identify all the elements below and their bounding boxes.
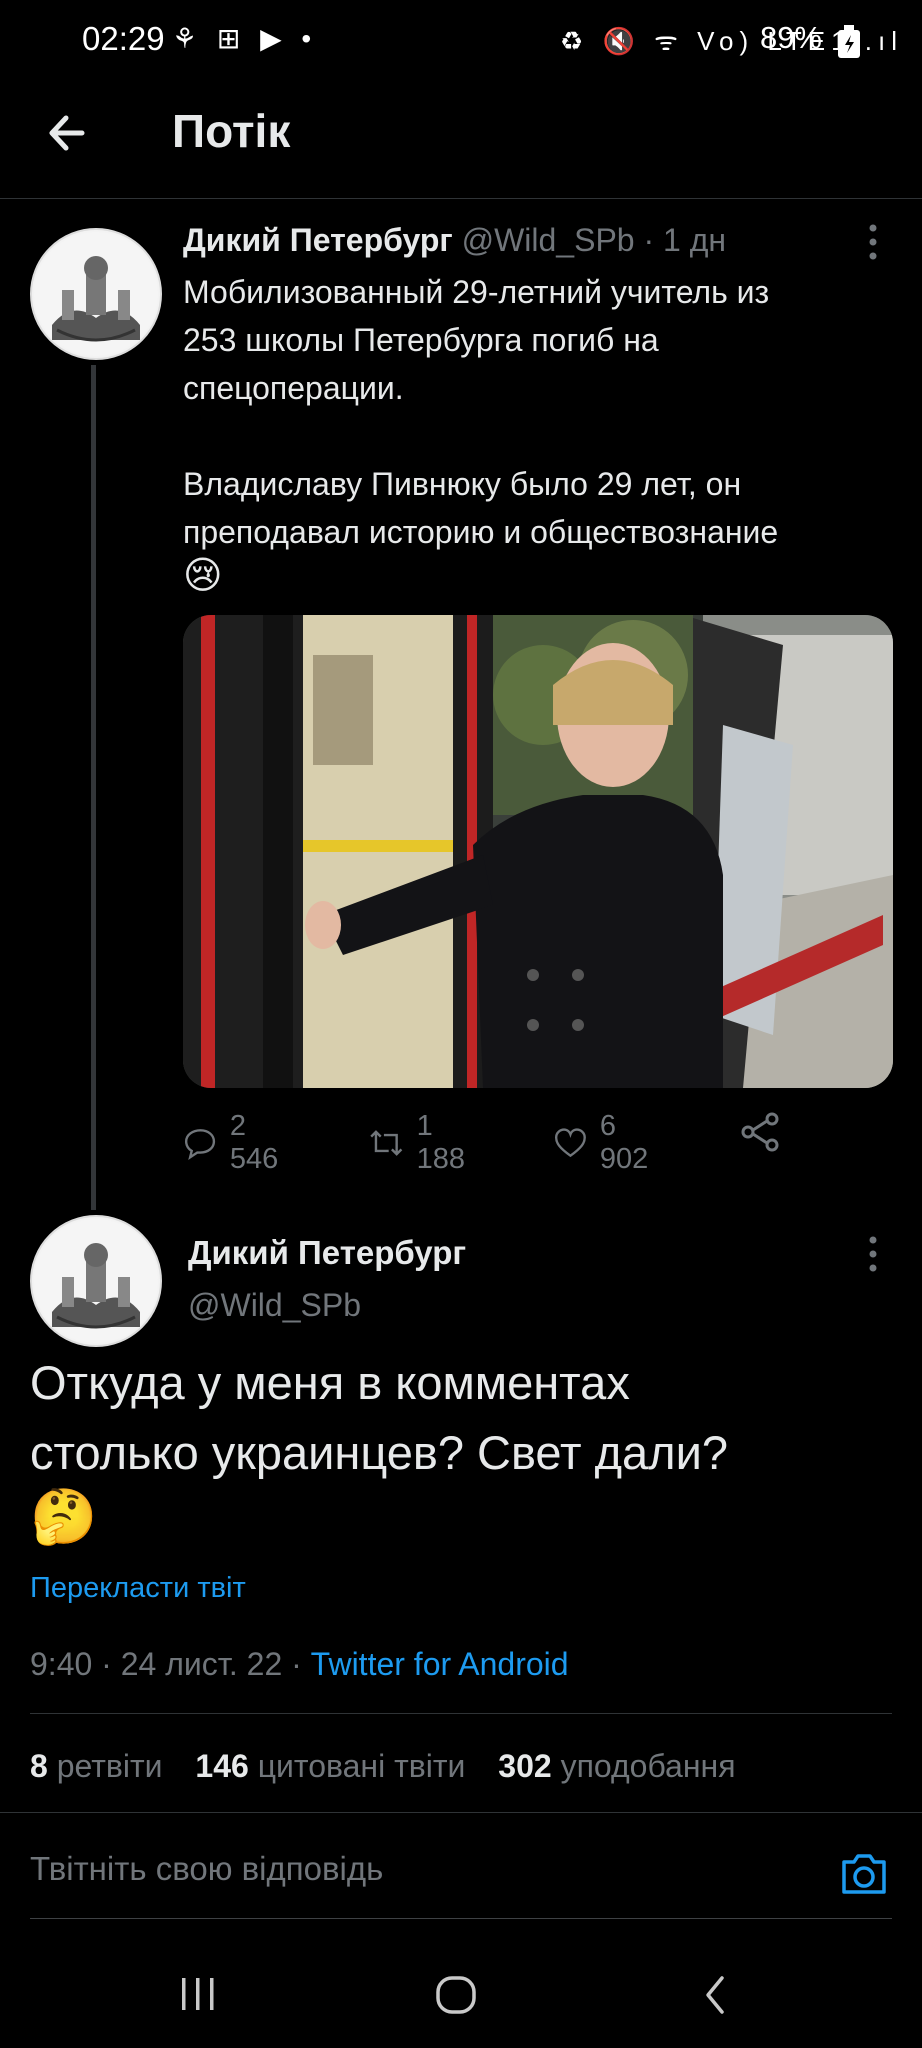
tweet1-text: Мобилизованный 29-летний учитель из 253 … — [183, 274, 779, 550]
more-options-icon[interactable] — [866, 222, 880, 262]
reply-icon — [184, 1129, 216, 1160]
tweet-meta: 9:40 · 24 лист. 22 · Twitter for Android — [30, 1646, 569, 1683]
battery-icon — [838, 25, 860, 58]
tweet-stats: 8 ретвіти 146 цитовані твіти 302 уподоба… — [30, 1748, 736, 1785]
home-icon[interactable] — [434, 1974, 478, 2016]
stats-divider — [0, 1812, 922, 1813]
author-name[interactable]: Дикий Петербург — [188, 1234, 466, 1272]
time-separator: · — [634, 222, 664, 258]
status-time: 02:29 — [82, 20, 165, 57]
share-icon — [741, 1112, 779, 1152]
likes-stat[interactable]: 302 уподобання — [498, 1748, 735, 1784]
camera-icon[interactable] — [838, 1850, 890, 1898]
retweet-icon — [370, 1130, 403, 1156]
tweet1-header: Дикий Петербург @Wild_SPb · 1 дн — [183, 222, 726, 259]
reply-button[interactable]: 2 546 — [183, 1110, 287, 1176]
thread-connector — [91, 365, 96, 1210]
retweets-stat[interactable]: 8 ретвіти — [30, 1748, 163, 1784]
tweet1-emoji: 😢 — [183, 555, 223, 597]
author-handle[interactable]: @Wild_SPb — [188, 1287, 361, 1324]
system-nav-bar — [0, 1940, 922, 2048]
author-name[interactable]: Дикий Петербург — [183, 222, 453, 258]
retweet-count: 1 188 — [416, 1110, 465, 1175]
reply-count: 2 546 — [229, 1110, 279, 1175]
avatar[interactable] — [30, 1215, 162, 1347]
tweet-photo[interactable] — [183, 615, 893, 1088]
recent-apps-icon[interactable] — [178, 1976, 218, 2012]
reply-input[interactable]: Твітніть свою відповідь — [30, 1850, 383, 1888]
status-left-icons: ⚘ ⊞ ▶ • — [172, 23, 318, 54]
back-nav-icon[interactable] — [700, 1974, 730, 2016]
more-options-icon[interactable] — [866, 1234, 880, 1274]
tweet-timestamp: 9:40 · 24 лист. 22 · — [30, 1646, 311, 1682]
meta-divider — [30, 1713, 892, 1714]
header-divider — [0, 198, 922, 199]
battery-level: 89% — [759, 20, 822, 55]
tweet2-emoji: 🤔 — [30, 1487, 98, 1547]
heart-icon — [554, 1128, 586, 1158]
status-bar: 02:29 ⚘ ⊞ ▶ • ♻ 🔇 ᯤ Vo) LTE1 .ıl 89% — [0, 0, 922, 84]
back-arrow-icon[interactable] — [42, 108, 92, 158]
quotes-stat[interactable]: 146 цитовані твіти — [195, 1748, 465, 1784]
retweet-button[interactable]: 1 188 — [368, 1110, 474, 1176]
like-count: 6 902 — [599, 1110, 649, 1175]
translate-tweet-link[interactable]: Перекласти твіт — [30, 1572, 246, 1605]
tweet-age: 1 дн — [663, 222, 727, 258]
like-button[interactable]: 6 902 — [553, 1110, 657, 1176]
page-title: Потік — [172, 105, 291, 157]
author-handle[interactable]: @Wild_SPb — [462, 222, 635, 258]
share-button[interactable] — [738, 1110, 782, 1154]
tweet2-text: Откуда у меня в комментах столько украин… — [30, 1356, 728, 1479]
avatar[interactable] — [30, 228, 162, 360]
reply-divider — [30, 1918, 892, 1919]
tweet-source-link[interactable]: Twitter for Android — [311, 1646, 569, 1682]
